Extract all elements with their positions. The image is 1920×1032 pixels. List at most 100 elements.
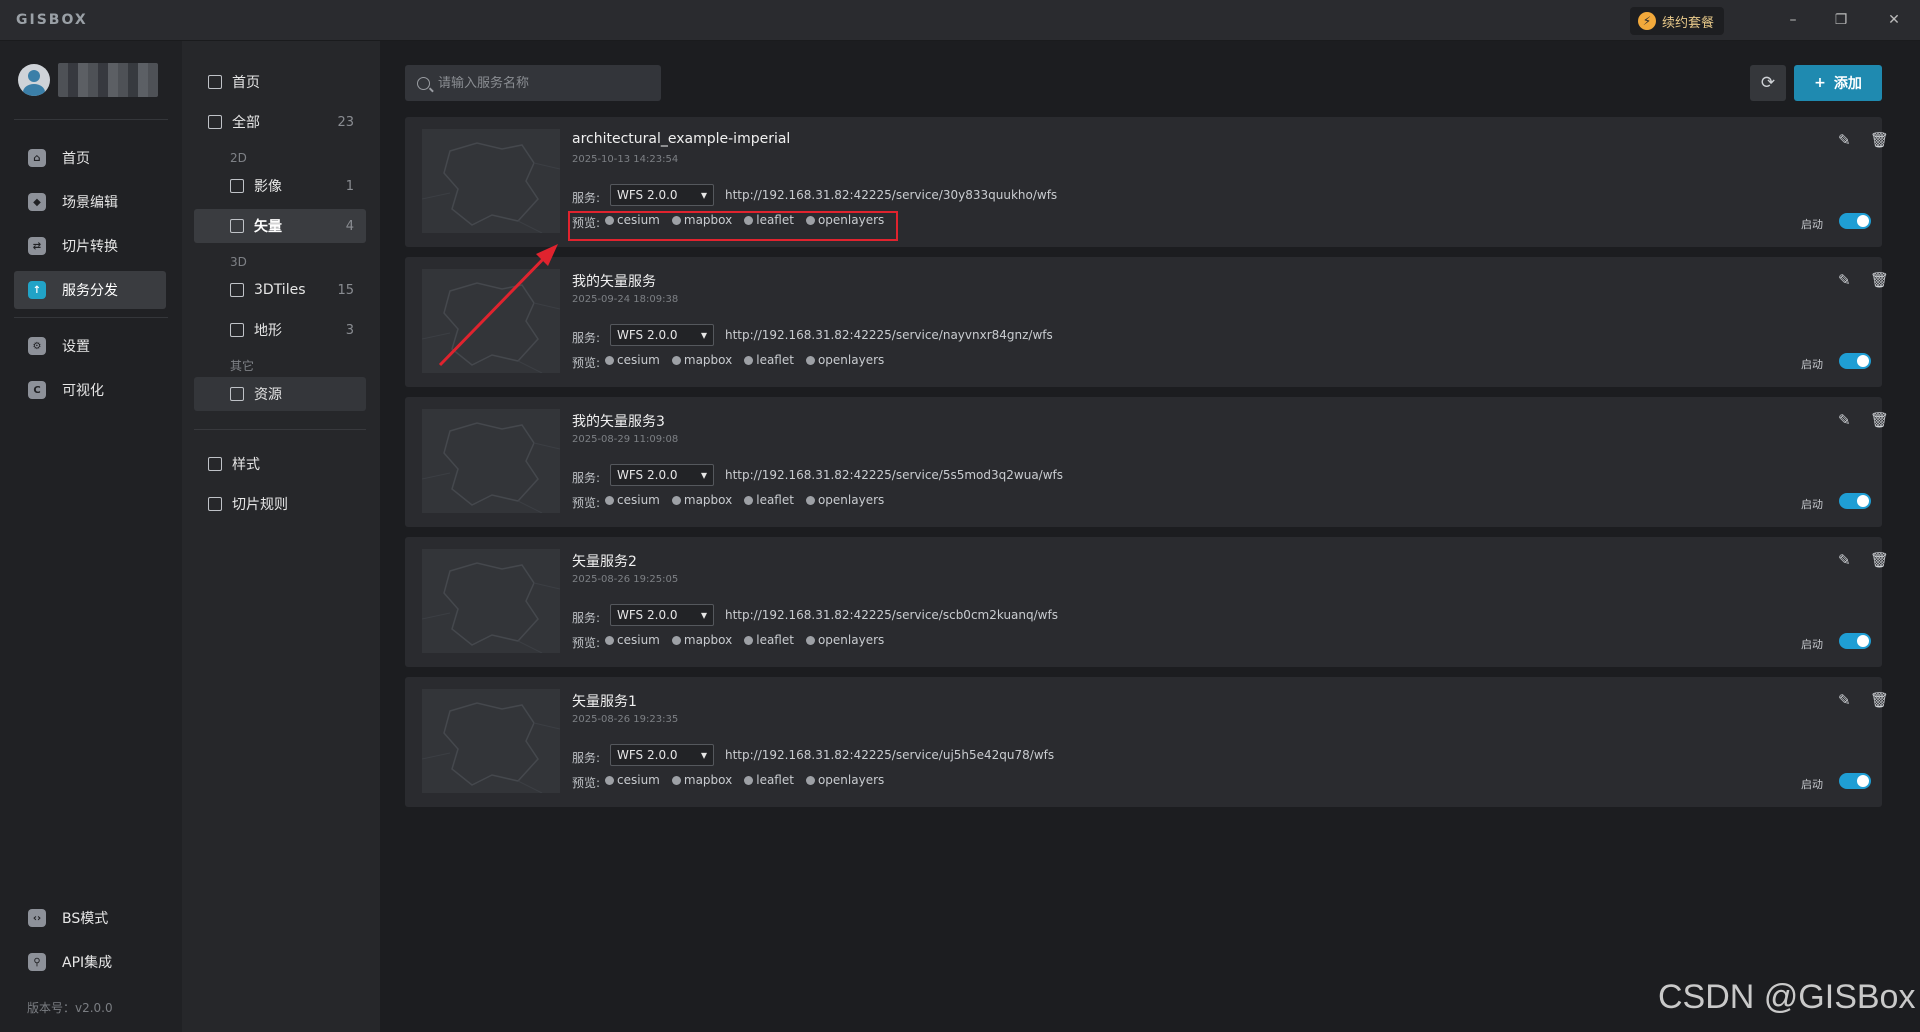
preview-leaflet-link[interactable]: leaflet	[744, 353, 794, 367]
preview-mapbox-link[interactable]: mapbox	[671, 633, 732, 647]
nav-item-settings[interactable]: ⚙ 设置	[14, 327, 166, 365]
preview-label: 预览:	[572, 356, 601, 370]
nav-item-service-publish[interactable]: ↑ 服务分发	[14, 271, 166, 309]
service-version-select[interactable]: WFS 2.0.0 ▾	[610, 184, 714, 206]
subnav-vector[interactable]: 矢量 4	[194, 209, 366, 243]
nav-label: 切片转换	[62, 239, 118, 255]
nav-item-home[interactable]: ⌂ 首页	[14, 139, 166, 177]
enable-toggle[interactable]	[1839, 633, 1871, 649]
enable-toggle[interactable]	[1839, 213, 1871, 229]
search-icon	[417, 76, 430, 90]
nav-label: 设置	[62, 339, 90, 355]
subnav-all[interactable]: 全部 23	[194, 105, 366, 139]
subnav-tile-rule[interactable]: 切片规则	[194, 487, 366, 521]
count-badge: 1	[345, 178, 354, 194]
style-icon	[208, 457, 222, 471]
nav-label: BS模式	[62, 911, 109, 927]
service-thumbnail	[422, 549, 560, 653]
service-thumbnail	[422, 409, 560, 513]
group-label-2d: 2D	[230, 151, 247, 165]
trash-icon[interactable]: 🗑	[1870, 411, 1890, 431]
preview-link-label: leaflet	[756, 353, 794, 367]
service-thumbnail	[422, 129, 560, 233]
refresh-button[interactable]: ⟳	[1750, 65, 1786, 101]
preview-mapbox-link[interactable]: mapbox	[671, 773, 732, 787]
preview-leaflet-link[interactable]: leaflet	[744, 773, 794, 787]
leaflet-icon	[744, 495, 754, 505]
subnav-label: 3DTiles	[254, 282, 306, 298]
minimize-button[interactable]: –	[1782, 9, 1804, 31]
preview-cesium-link[interactable]: cesium	[605, 493, 660, 507]
mapbox-icon	[671, 355, 681, 365]
service-version-select[interactable]: WFS 2.0.0 ▾	[610, 324, 714, 346]
service-version-select[interactable]: WFS 2.0.0 ▾	[610, 604, 714, 626]
trash-icon[interactable]: 🗑	[1870, 691, 1890, 711]
enable-toggle[interactable]	[1839, 773, 1871, 789]
add-button[interactable]: + 添加	[1794, 65, 1882, 101]
preview-link-label: openlayers	[817, 353, 885, 367]
preview-cesium-link[interactable]: cesium	[605, 353, 660, 367]
preview-cesium-link[interactable]: cesium	[605, 773, 660, 787]
subnav-home[interactable]: 首页	[194, 65, 366, 99]
renew-button[interactable]: ⚡ 续约套餐	[1630, 7, 1725, 35]
search-box[interactable]	[405, 65, 661, 101]
preview-openlayers-link[interactable]: openlayers	[805, 353, 885, 367]
nav-item-bs-mode[interactable]: ‹› BS模式	[14, 899, 166, 937]
preview-openlayers-link[interactable]: openlayers	[805, 773, 884, 787]
close-button[interactable]: ✕	[1883, 9, 1905, 31]
service-name: 矢量服务2	[572, 554, 637, 570]
plus-icon: +	[1814, 75, 1826, 91]
enable-label: 启动	[1801, 778, 1823, 791]
preview-label: 预览:	[572, 776, 601, 790]
map-outline-icon	[422, 422, 560, 513]
preview-leaflet-link[interactable]: leaflet	[744, 493, 794, 507]
service-version-value: WFS 2.0.0	[617, 328, 678, 342]
subnav-style[interactable]: 样式	[194, 447, 366, 481]
subnav-terrain[interactable]: 地形 3	[194, 313, 366, 347]
count-badge: 4	[345, 218, 354, 234]
nav-label: 服务分发	[62, 283, 118, 299]
service-url[interactable]: http://192.168.31.82:42225/service/nayvn…	[725, 328, 1053, 342]
edit-icon[interactable]: ✎	[1838, 271, 1858, 291]
service-name: architectural_example-imperial	[572, 131, 791, 147]
trash-icon[interactable]: 🗑	[1870, 131, 1890, 151]
service-label: 服务:	[572, 751, 601, 765]
edit-icon[interactable]: ✎	[1838, 411, 1858, 431]
service-url[interactable]: http://192.168.31.82:42225/service/30y83…	[725, 188, 1057, 202]
preview-cesium-link[interactable]: cesium	[605, 633, 660, 647]
subnav-resource[interactable]: 资源	[194, 377, 366, 411]
user-profile[interactable]: user	[18, 63, 158, 97]
service-url[interactable]: http://192.168.31.82:42225/service/scb0c…	[725, 608, 1058, 622]
service-version-select[interactable]: WFS 2.0.0 ▾	[610, 744, 714, 766]
preview-openlayers-link[interactable]: openlayers	[805, 633, 884, 647]
service-version-value: WFS 2.0.0	[617, 188, 678, 202]
trash-icon[interactable]: 🗑	[1870, 551, 1890, 571]
maximize-button[interactable]: ❐	[1830, 9, 1852, 31]
nav-item-tile-convert[interactable]: ⇄ 切片转换	[14, 227, 166, 265]
subnav-imagery[interactable]: 影像 1	[194, 169, 366, 203]
resource-icon	[230, 387, 244, 401]
nav-item-scene-edit[interactable]: ◆ 场景编辑	[14, 183, 166, 221]
edit-icon[interactable]: ✎	[1838, 691, 1858, 711]
enable-toggle[interactable]	[1839, 493, 1871, 509]
leaflet-icon	[744, 775, 754, 785]
nav-item-visualization[interactable]: C 可视化	[14, 371, 166, 409]
preview-mapbox-link[interactable]: mapbox	[671, 353, 732, 367]
search-input[interactable]	[438, 75, 648, 91]
edit-icon[interactable]: ✎	[1838, 551, 1858, 571]
edit-icon[interactable]: ✎	[1838, 131, 1858, 151]
service-url[interactable]: http://192.168.31.82:42225/service/5s5mo…	[725, 468, 1063, 482]
subnav-3dtiles[interactable]: 3DTiles 15	[194, 273, 366, 307]
service-label: 服务:	[572, 331, 601, 345]
trash-icon[interactable]: 🗑	[1870, 271, 1890, 291]
preview-openlayers-link[interactable]: openlayers	[805, 493, 884, 507]
enable-toggle[interactable]	[1839, 353, 1871, 369]
service-version-select[interactable]: WFS 2.0.0 ▾	[610, 464, 714, 486]
service-url[interactable]: http://192.168.31.82:42225/service/uj5h5…	[725, 748, 1054, 762]
preview-leaflet-link[interactable]: leaflet	[744, 633, 794, 647]
nav-item-api[interactable]: ⚲ API集成	[14, 943, 166, 981]
nav-label: 首页	[62, 151, 90, 167]
service-label: 服务:	[572, 611, 601, 625]
preview-mapbox-link[interactable]: mapbox	[671, 493, 732, 507]
openlayers-icon	[805, 775, 815, 785]
